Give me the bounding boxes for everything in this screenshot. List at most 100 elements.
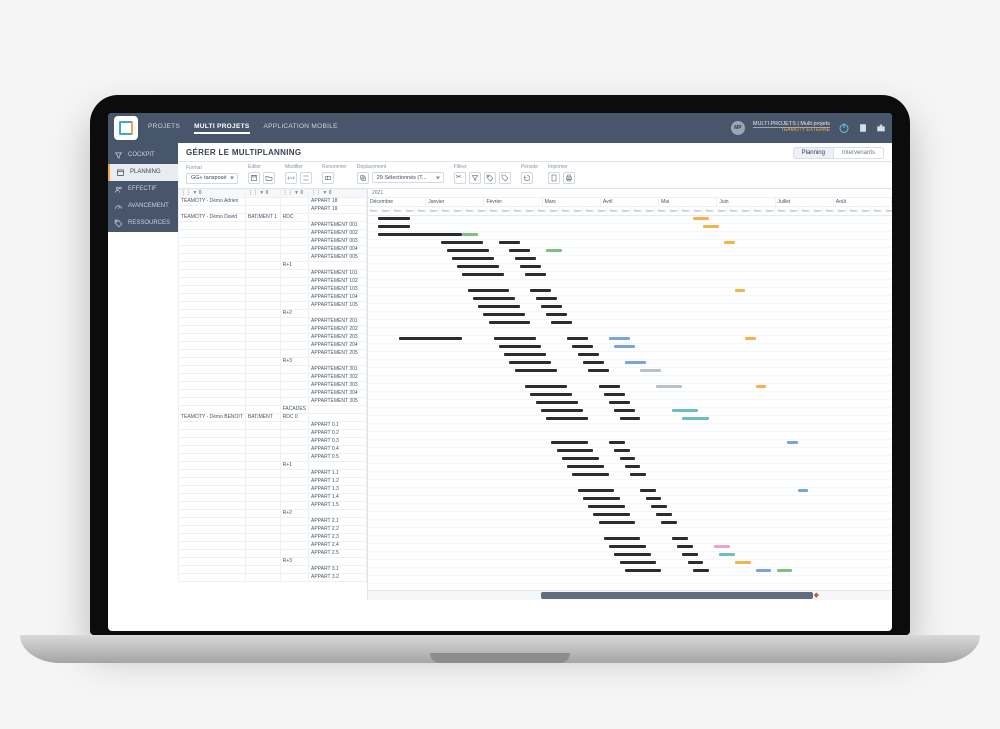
gantt-row[interactable] — [368, 224, 892, 232]
gantt-horizontal-scrollbar[interactable]: ◆ — [368, 590, 892, 600]
gantt-bar[interactable] — [541, 305, 562, 308]
table-row[interactable]: APPARTEMENT 205 — [179, 349, 367, 357]
gantt-bar[interactable] — [787, 441, 797, 444]
gantt-bar[interactable] — [646, 497, 662, 500]
table-row[interactable]: APPART 1.4 — [179, 493, 367, 501]
gantt-row[interactable] — [368, 456, 892, 464]
table-row[interactable]: APPART 1.1 — [179, 469, 367, 477]
gantt-row[interactable] — [368, 360, 892, 368]
gantt-bar[interactable] — [499, 345, 541, 348]
gantt-row[interactable] — [368, 472, 892, 480]
gantt-bar[interactable] — [578, 353, 599, 356]
gantt-row[interactable] — [368, 544, 892, 552]
gantt-left-pane[interactable]: ⋮⋮ ▼ 0 ⋮⋮ ▼ 0 ⋮⋮ ▼ 0 ⋮⋮ ▼ 0 TEAMOTY - Dé… — [178, 189, 368, 600]
table-row[interactable]: APPART 2.5 — [179, 549, 367, 557]
table-row[interactable]: APPART 1.5 — [179, 501, 367, 509]
gantt-bar[interactable] — [525, 385, 567, 388]
gantt-bar[interactable] — [447, 249, 489, 252]
folder-open-icon[interactable] — [263, 172, 275, 184]
table-row[interactable]: APPARTEMENT 203 — [179, 333, 367, 341]
page-icon[interactable] — [858, 123, 868, 133]
gantt-bar[interactable] — [583, 497, 620, 500]
gantt-bar[interactable] — [462, 273, 504, 276]
gantt-row[interactable] — [368, 264, 892, 272]
top-tab[interactable]: MULTI PROJETS — [194, 121, 249, 134]
gantt-bar[interactable] — [640, 369, 661, 372]
table-row[interactable]: R+1 — [179, 261, 367, 269]
gantt-row[interactable] — [368, 416, 892, 424]
table-row[interactable]: APPARTEMENT 204 — [179, 341, 367, 349]
gantt-bar[interactable] — [546, 313, 567, 316]
table-row[interactable]: TEAMOTY - Démo AdrienAPPART 18 — [179, 197, 367, 205]
table-row[interactable]: APPARTEMENT 005 — [179, 253, 367, 261]
scrollbar-right-handle-icon[interactable]: ◆ — [813, 592, 819, 599]
col-header-2[interactable]: ⋮⋮ ▼ 0 — [245, 189, 280, 197]
gantt-bar[interactable] — [604, 537, 641, 540]
table-row[interactable]: TEAMOTY - Démo BENOITBATIMENTRDC 0 — [179, 413, 367, 421]
gantt-bar[interactable] — [651, 505, 667, 508]
gantt-row[interactable] — [368, 552, 892, 560]
gantt-row[interactable] — [368, 248, 892, 256]
col-header-4[interactable]: ⋮⋮ ▼ 0 — [309, 189, 367, 197]
gantt-bar[interactable] — [551, 321, 572, 324]
gantt-bar[interactable] — [688, 561, 704, 564]
table-row[interactable]: APPART 0.3 — [179, 437, 367, 445]
gantt-bar[interactable] — [489, 321, 531, 324]
power-icon[interactable] — [838, 122, 850, 134]
gantt-row[interactable] — [368, 288, 892, 296]
gantt-bar[interactable] — [562, 457, 599, 460]
gantt-bar[interactable] — [593, 513, 630, 516]
gantt-bar[interactable] — [599, 385, 620, 388]
gantt-row[interactable] — [368, 536, 892, 544]
gantt-row[interactable] — [368, 368, 892, 376]
gantt-rows-area[interactable] — [368, 216, 892, 600]
gantt-bar[interactable] — [609, 441, 625, 444]
gantt-bar[interactable] — [625, 465, 641, 468]
gantt-bar[interactable] — [661, 521, 677, 524]
table-row[interactable]: APPART 19 — [179, 205, 367, 213]
table-row[interactable]: APPART 3.2 — [179, 573, 367, 581]
top-tab[interactable]: APPLICATION MOBILE — [264, 121, 338, 134]
gantt-bar[interactable] — [656, 513, 672, 516]
table-row[interactable]: APPARTEMENT 105 — [179, 301, 367, 309]
gantt-row[interactable] — [368, 304, 892, 312]
gantt-bar[interactable] — [378, 233, 462, 236]
gantt-row[interactable] — [368, 504, 892, 512]
gantt-bar[interactable] — [536, 401, 578, 404]
scissors-icon[interactable]: ✂ — [454, 172, 466, 184]
gantt-bar[interactable] — [509, 361, 551, 364]
gantt-bar[interactable] — [399, 337, 462, 340]
gantt-bar[interactable] — [609, 545, 646, 548]
gantt-bar[interactable] — [536, 297, 557, 300]
gantt-bar[interactable] — [494, 337, 536, 340]
table-row[interactable]: APPART 2.2 — [179, 525, 367, 533]
gantt-row[interactable] — [368, 408, 892, 416]
gantt-bar[interactable] — [468, 289, 510, 292]
table-row[interactable]: R+3 — [179, 557, 367, 565]
gantt-bar[interactable] — [483, 313, 525, 316]
col-header-3[interactable]: ⋮⋮ ▼ 0 — [280, 189, 308, 197]
table-row[interactable]: APPARTEMENT 101 — [179, 269, 367, 277]
gantt-bar[interactable] — [672, 409, 698, 412]
gantt-bar[interactable] — [756, 385, 766, 388]
gantt-row[interactable] — [368, 280, 892, 288]
table-row[interactable]: APPARTEMENT 201 — [179, 317, 367, 325]
gantt-bar[interactable] — [625, 361, 646, 364]
table-row[interactable]: APPART 1.3 — [179, 485, 367, 493]
gantt-row[interactable] — [368, 432, 892, 440]
gantt-bar[interactable] — [682, 553, 698, 556]
gantt-bar[interactable] — [614, 553, 651, 556]
gantt-bar[interactable] — [614, 345, 635, 348]
tag2-icon[interactable] — [499, 172, 511, 184]
gantt-row[interactable] — [368, 320, 892, 328]
gantt-row[interactable] — [368, 496, 892, 504]
gantt-bar[interactable] — [798, 489, 808, 492]
gantt-row[interactable] — [368, 576, 892, 584]
gantt-bar[interactable] — [473, 297, 515, 300]
table-row[interactable]: APPARTEMENT 001 — [179, 221, 367, 229]
gantt-bar[interactable] — [620, 561, 657, 564]
gantt-bar[interactable] — [457, 265, 499, 268]
top-tab[interactable]: PROJETS — [148, 121, 180, 134]
gantt-bar[interactable] — [541, 409, 583, 412]
gantt-bar[interactable] — [745, 337, 755, 340]
